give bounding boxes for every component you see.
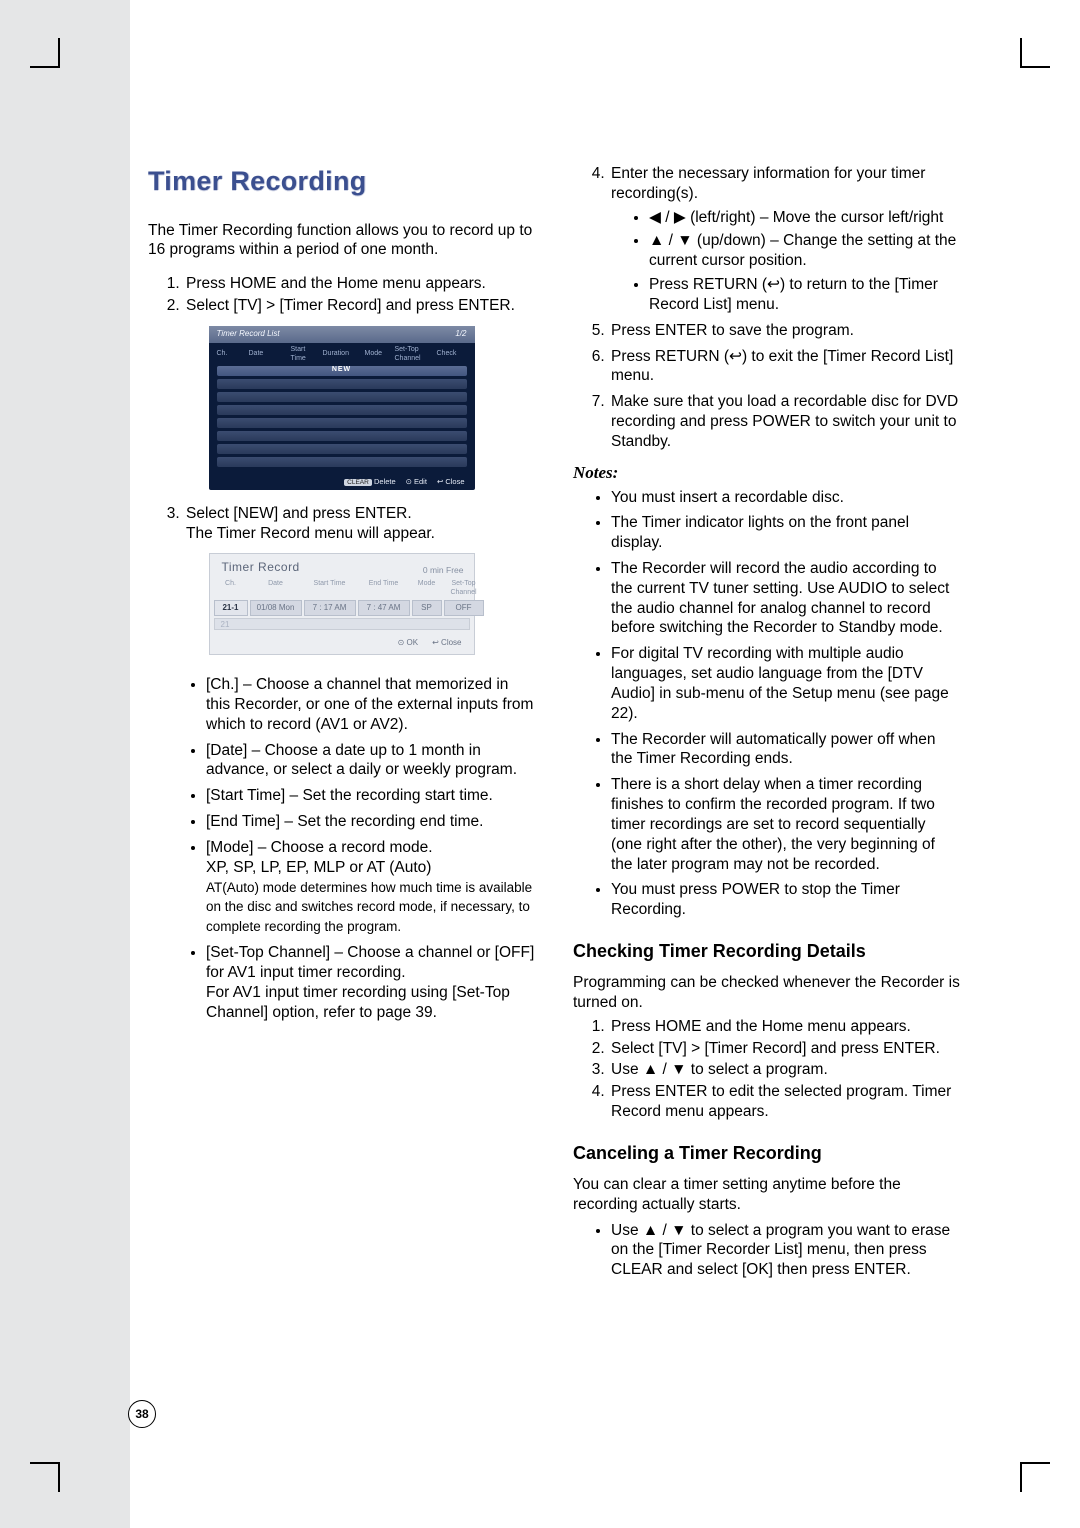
field-text: [Set-Top Channel] – Choose a channel or … <box>206 944 534 981</box>
col-duration: Duration <box>323 350 363 359</box>
field-text: [End Time] – Set the recording end time. <box>206 813 483 830</box>
field-text: [Ch.] – Choose a channel that memorized … <box>206 676 533 733</box>
check-step-4: Press ENTER to edit the selected program… <box>609 1082 960 1122</box>
step4-bullet-3: Press RETURN (↩) to return to the [Timer… <box>649 275 960 315</box>
page-title: Timer Recording <box>148 164 535 199</box>
timer-record-screenshot: Timer Record 0 min Free Ch. Date Start T… <box>209 553 475 655</box>
cancel-bullet: Use ▲ / ▼ to select a program you want t… <box>611 1221 960 1280</box>
step-text: Press ENTER to save the program. <box>611 322 854 339</box>
empty-ch-row: 21 <box>214 618 470 630</box>
field-date: [Date] – Choose a date up to 1 month in … <box>206 741 535 781</box>
note-item: There is a short delay when a timer reco… <box>611 775 960 874</box>
check-step-3: Use ▲ / ▼ to select a program. <box>609 1060 960 1080</box>
empty-row <box>217 392 467 402</box>
cancel-intro: You can clear a timer setting anytime be… <box>573 1175 960 1215</box>
timer-record-list-screenshot: Timer Record List 1/2 Ch. Date Start Tim… <box>209 326 475 490</box>
col-start: Start Time <box>291 346 321 364</box>
note-item: The Recorder will automatically power of… <box>611 730 960 770</box>
step-text: Make sure that you load a recordable dis… <box>611 393 958 450</box>
field-settop: [Set-Top Channel] – Choose a channel or … <box>206 943 535 1022</box>
col2-mode: Mode <box>412 580 442 598</box>
page-number: 38 <box>128 1400 156 1428</box>
col-date: Date <box>249 350 289 359</box>
field-sub1: For AV1 input timer recording using [Set… <box>206 984 510 1021</box>
empty-row <box>217 431 467 441</box>
field-text: [Mode] – Choose a record mode. <box>206 839 433 856</box>
empty-row <box>217 418 467 428</box>
empty-row <box>217 379 467 389</box>
val-start: 7 : 17 AM <box>304 600 356 616</box>
val-ch: 21-1 <box>214 600 248 616</box>
col-check: Check <box>437 350 473 359</box>
col-settop: Set-Top Channel <box>395 346 435 364</box>
field-text: [Start Time] – Set the recording start t… <box>206 787 493 804</box>
step-4: Enter the necessary information for your… <box>609 164 960 315</box>
new-row: NEW <box>217 366 467 376</box>
step-text: Press RETURN (↩) to exit the [Timer Reco… <box>611 348 953 385</box>
col2-settop: Set-Top Channel <box>444 580 484 598</box>
field-endtime: [End Time] – Set the recording end time. <box>206 812 535 832</box>
step-1: Press HOME and the Home menu appears. <box>184 274 535 294</box>
empty-row <box>217 405 467 415</box>
step4-bullet-1: ◀ / ▶ (left/right) – Move the cursor lef… <box>649 208 960 228</box>
col2-end: End Time <box>358 580 410 598</box>
intro-text: The Timer Recording function allows you … <box>148 221 535 261</box>
close-label: Close <box>441 638 461 647</box>
shot1-page: 1/2 <box>455 329 466 339</box>
clear-tag: CLEAR <box>344 479 372 486</box>
note-item: You must insert a recordable disc. <box>611 488 960 508</box>
step4-bullet-2: ▲ / ▼ (up/down) – Change the setting at … <box>649 231 960 271</box>
val-settop: OFF <box>444 600 484 616</box>
step-text: Enter the necessary information for your… <box>611 165 925 202</box>
empty-row <box>217 444 467 454</box>
note-item: The Timer indicator lights on the front … <box>611 513 960 553</box>
step-3: Select [NEW] and press ENTER. The Timer … <box>184 504 535 544</box>
step-subtext: The Timer Record menu will appear. <box>186 525 435 542</box>
check-step-2: Select [TV] > [Timer Record] and press E… <box>609 1039 960 1059</box>
step-text: Select [NEW] and press ENTER. <box>186 505 412 522</box>
close-label: Close <box>445 477 464 486</box>
val-date: 01/08 Mon <box>250 600 302 616</box>
field-sub1: XP, SP, LP, EP, MLP or AT (Auto) <box>206 859 431 876</box>
check-step-1: Press HOME and the Home menu appears. <box>609 1017 960 1037</box>
step-6: Press RETURN (↩) to exit the [Timer Reco… <box>609 347 960 387</box>
field-text: [Date] – Choose a date up to 1 month in … <box>206 742 517 779</box>
field-ch: [Ch.] – Choose a channel that memorized … <box>206 675 535 734</box>
note-item: The Recorder will record the audio accor… <box>611 559 960 638</box>
field-mode: [Mode] – Choose a record mode. XP, SP, L… <box>206 838 535 937</box>
check-heading: Checking Timer Recording Details <box>573 940 960 963</box>
step-text: Press HOME and the Home menu appears. <box>186 275 486 292</box>
val-mode: SP <box>412 600 442 616</box>
col-ch: Ch. <box>217 350 247 359</box>
ok-label: OK <box>407 638 419 647</box>
val-end: 7 : 47 AM <box>358 600 410 616</box>
field-sub2: AT(Auto) mode determines how much time i… <box>206 880 532 935</box>
col2-start: Start Time <box>304 580 356 598</box>
col2-ch: Ch. <box>214 580 248 598</box>
check-intro: Programming can be checked whenever the … <box>573 973 960 1013</box>
shot2-title: Timer Record <box>222 560 300 575</box>
col-mode: Mode <box>365 350 393 359</box>
step-7: Make sure that you load a recordable dis… <box>609 392 960 451</box>
delete-label: Delete <box>374 477 396 486</box>
notes-heading: Notes: <box>573 462 960 484</box>
note-item: You must press POWER to stop the Timer R… <box>611 880 960 920</box>
step-2: Select [TV] > [Timer Record] and press E… <box>184 296 535 316</box>
edit-label: Edit <box>414 477 427 486</box>
empty-row <box>217 457 467 467</box>
step-text: Select [TV] > [Timer Record] and press E… <box>186 297 515 314</box>
note-item: For digital TV recording with multiple a… <box>611 644 960 723</box>
field-starttime: [Start Time] – Set the recording start t… <box>206 786 535 806</box>
cancel-heading: Canceling a Timer Recording <box>573 1142 960 1165</box>
shot2-free: 0 min Free <box>423 565 464 576</box>
step-5: Press ENTER to save the program. <box>609 321 960 341</box>
shot1-title: Timer Record List <box>217 329 280 339</box>
col2-date: Date <box>250 580 302 598</box>
